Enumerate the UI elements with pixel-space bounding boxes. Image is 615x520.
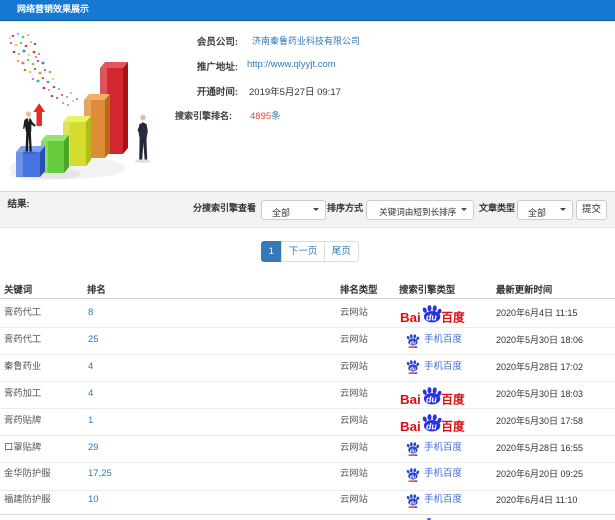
svg-text:du: du [426, 394, 437, 404]
svg-text:du: du [410, 474, 416, 480]
svg-text:du: du [426, 422, 437, 432]
svg-text:du: du [426, 313, 437, 323]
svg-text:du: du [410, 340, 416, 346]
svg-text:百度: 百度 [441, 311, 465, 324]
svg-text:百度: 百度 [441, 420, 465, 433]
svg-text:du: du [410, 448, 416, 454]
svg-text:Bai: Bai [400, 392, 421, 406]
svg-text:Bai: Bai [400, 310, 421, 324]
svg-text:百度: 百度 [441, 392, 465, 405]
svg-text:du: du [410, 367, 416, 373]
svg-text:du: du [410, 500, 416, 506]
svg-text:Bai: Bai [400, 419, 421, 433]
